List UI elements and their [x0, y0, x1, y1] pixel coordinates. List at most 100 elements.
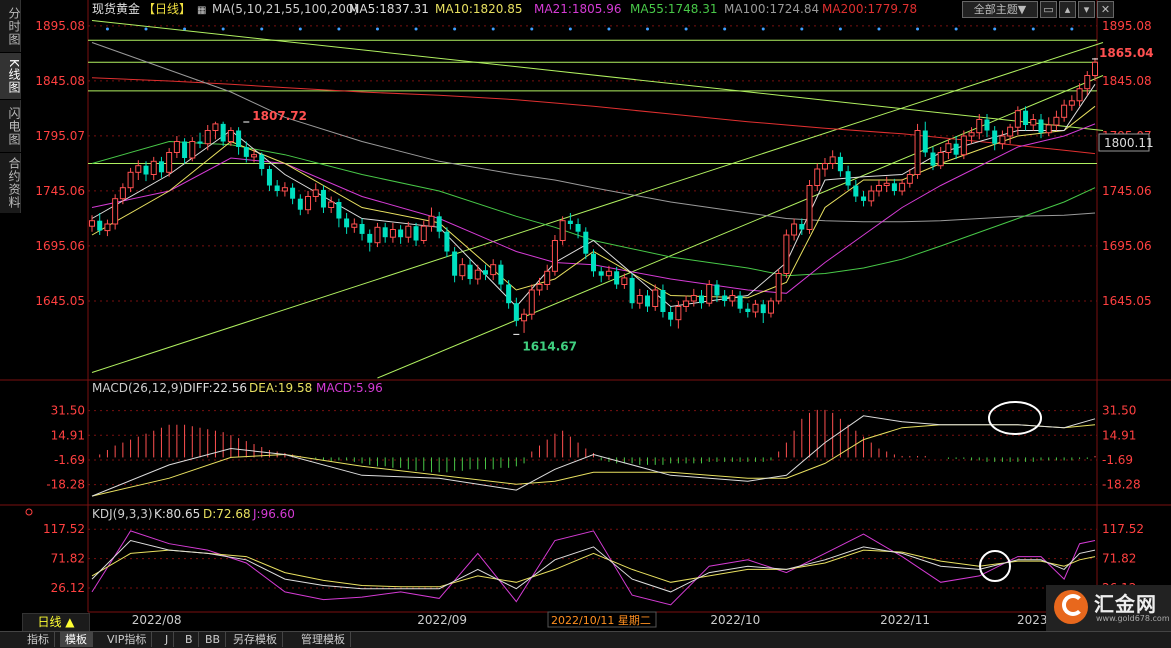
- candle-body-up: [389, 229, 396, 238]
- candle-body-up: [536, 284, 543, 291]
- candle-body-up: [636, 295, 643, 304]
- sidebar-tab-2[interactable]: 闪电图: [0, 100, 21, 152]
- bottom-tab-1[interactable]: 模板: [60, 632, 93, 647]
- candle-body-down: [243, 147, 249, 157]
- candle-body-up: [428, 215, 435, 227]
- period-title: 【日线】: [143, 2, 191, 16]
- bottom-tab-5[interactable]: BB: [200, 632, 227, 647]
- candle-body-down: [359, 224, 365, 234]
- candle-body-down: [668, 312, 674, 320]
- candle-body-up: [204, 130, 211, 145]
- candle-body-up: [605, 270, 612, 277]
- candle-body-down: [714, 284, 720, 296]
- kdj-j-line: [91, 530, 1096, 606]
- candle-body-down: [645, 295, 651, 307]
- ma-value-ma5: MA5:1837.31: [349, 2, 429, 16]
- candle-body-down: [320, 189, 326, 208]
- current-price-value: 1800.11: [1104, 136, 1154, 150]
- candle-body-up: [1053, 116, 1060, 126]
- bottom-tab-2[interactable]: VIP指标: [102, 632, 153, 647]
- price-axis-right-label: 1645.05: [1102, 294, 1152, 308]
- candle-body-up: [1030, 119, 1037, 126]
- sidebar-tab-1[interactable]: K线图: [0, 53, 21, 99]
- macd-dea-value: DEA:19.58: [249, 381, 312, 395]
- candle-body-up: [351, 223, 358, 228]
- candle-body-up: [150, 160, 157, 176]
- chevron-up-icon[interactable]: ▴: [1059, 1, 1076, 18]
- candle-body-down: [413, 226, 419, 241]
- ma-values: MA5:1837.31 MA10:1820.85 MA21:1805.96 MA55:…: [349, 2, 917, 16]
- bottom-tab-0[interactable]: 指标: [22, 632, 55, 647]
- candle-body-down: [1023, 110, 1029, 125]
- candle-body-up: [1007, 126, 1014, 137]
- price-annotation: 1614.67: [522, 339, 577, 353]
- time-axis-label: 2022/09: [417, 613, 467, 627]
- sidebar-tab-0[interactable]: 分时图: [0, 0, 21, 52]
- ma-value-ma10: MA10:1820.85: [435, 2, 523, 16]
- event-marker-dot: [684, 27, 688, 31]
- candle-body-down: [953, 143, 959, 155]
- candle-body-down: [197, 141, 203, 144]
- candle-body-up: [883, 182, 890, 187]
- event-marker-dot: [105, 27, 109, 31]
- candle-body-down: [452, 251, 458, 276]
- event-marker-dot: [1070, 27, 1074, 31]
- theme-select[interactable]: 全部主题▼: [962, 1, 1038, 18]
- candle-body-down: [760, 304, 766, 314]
- bottom-tab-3[interactable]: J: [160, 632, 175, 647]
- candle-body-up: [189, 141, 196, 159]
- candle-body-up: [88, 220, 96, 227]
- event-marker-dot: [954, 27, 958, 31]
- ma-value-ma100: MA100:1724.84: [724, 2, 819, 16]
- candle-body-down: [845, 171, 851, 186]
- period-button[interactable]: 日线 ▲: [22, 613, 90, 632]
- candle-body-up: [135, 165, 142, 173]
- event-marker-dot: [221, 27, 225, 31]
- candle-body-up: [251, 154, 258, 158]
- event-marker-dot: [993, 27, 997, 31]
- candle-body-down: [699, 295, 705, 304]
- bottom-tab-6[interactable]: 另存模板: [228, 632, 283, 647]
- candle-body-down: [922, 130, 928, 153]
- event-marker-dot: [568, 27, 572, 31]
- logo-url: www.gold678.com: [1096, 614, 1170, 623]
- candle-body-up: [652, 289, 659, 307]
- candle-body-up: [875, 185, 882, 192]
- candle-body-up: [328, 201, 335, 208]
- sidebar-tab-3[interactable]: 合约资料: [0, 153, 21, 213]
- kdj-settings-icon[interactable]: [25, 508, 33, 516]
- macd-axis-left-label: 14.91: [51, 428, 85, 442]
- candle-body-up: [405, 225, 412, 238]
- candle-body-up: [791, 223, 798, 236]
- ma-value-ma55: MA55:1748.31: [630, 2, 718, 16]
- time-axis-label: 2022/10: [710, 613, 760, 627]
- event-marker-dot: [491, 27, 495, 31]
- event-marker-dot: [877, 27, 881, 31]
- candle-body-down: [290, 187, 296, 199]
- bottom-tab-4[interactable]: B: [180, 632, 199, 647]
- chevron-down-icon[interactable]: ▾: [1078, 1, 1095, 18]
- candle-body-up: [1045, 124, 1052, 134]
- candle-body-up: [829, 156, 836, 164]
- event-marker-dot: [646, 27, 650, 31]
- event-marker-dot: [530, 27, 534, 31]
- candle-body-down: [236, 130, 242, 147]
- date-highlight: 2022/10/11 星期二: [551, 614, 651, 627]
- window-icon[interactable]: ▭: [1040, 1, 1057, 18]
- candle-body-up: [521, 313, 528, 322]
- candle-body-up: [968, 132, 975, 137]
- price-axis-left-label: 1695.06: [35, 239, 85, 253]
- event-marker-dot: [298, 27, 302, 31]
- candle-body-down: [336, 202, 342, 219]
- bottom-tab-7[interactable]: 管理模板: [296, 632, 351, 647]
- candle-body-down: [498, 264, 504, 285]
- candle-body-up: [752, 303, 759, 313]
- close-icon[interactable]: ✕: [1097, 1, 1114, 18]
- price-axis-right-label: 1745.06: [1102, 184, 1152, 198]
- candle-body-down: [513, 303, 519, 321]
- candle-body-down: [274, 185, 280, 191]
- macd-axis-left-label: -18.28: [46, 478, 85, 492]
- event-marker-dot: [838, 27, 842, 31]
- trend-channel-line: [91, 42, 1104, 373]
- chart-canvas[interactable]: 1895.081895.081845.081845.081795.071795.…: [0, 0, 1171, 647]
